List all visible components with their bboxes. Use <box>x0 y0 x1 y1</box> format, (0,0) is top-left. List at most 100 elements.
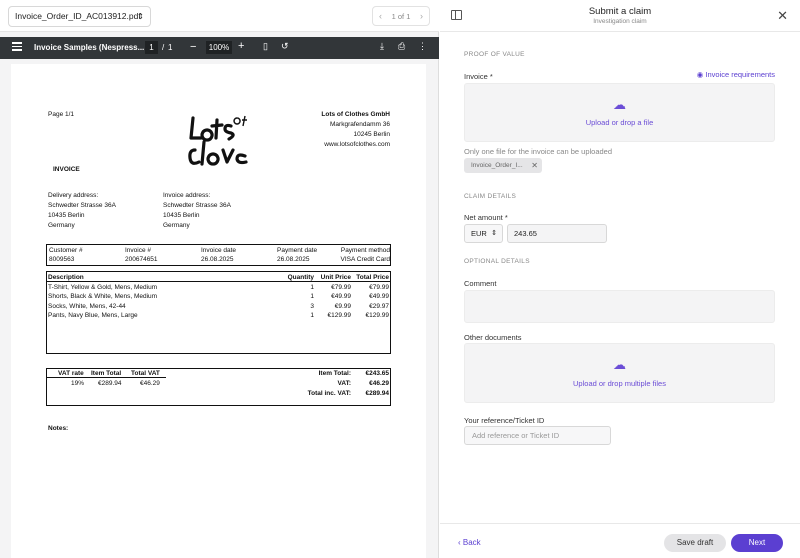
item-description: Pants, Navy Blue, Mens, Large <box>48 312 138 319</box>
item-quantity: 1 <box>310 284 314 291</box>
items-header: Quantity <box>287 274 314 281</box>
print-icon[interactable]: ⎙ <box>398 41 405 52</box>
download-icon[interactable]: ⤓ <box>380 41 384 52</box>
delivery-label: Delivery address: <box>48 192 99 199</box>
save-draft-button[interactable]: Save draft <box>664 534 726 552</box>
meta-header: Customer # <box>49 247 83 254</box>
notes-label: Notes: <box>48 425 69 432</box>
more-icon[interactable]: ⋮ <box>418 41 427 52</box>
page-total: 1 <box>168 43 173 52</box>
chevron-right-icon[interactable]: › <box>414 7 429 25</box>
invoice-dropzone-text: Upload or drop a file <box>585 118 654 127</box>
fit-page-icon[interactable]: ▯ <box>263 41 268 52</box>
meta-value: VISA Credit Card <box>340 256 391 263</box>
zoom-input[interactable]: 100% <box>206 41 232 54</box>
company-city: 10245 Berlin <box>353 131 391 138</box>
vat-header: Item Total <box>91 370 122 377</box>
rotate-icon[interactable]: ↺ <box>281 41 289 52</box>
total-value: €46.29 <box>369 380 389 387</box>
pdf-page: Page 1/1 Lots of Clothes GmbH Markgrafen… <box>11 64 426 558</box>
back-label: Back <box>462 538 481 547</box>
company-website: www.lotsofclothes.com <box>324 141 390 148</box>
page-pager: ‹ 1 of 1 › <box>372 6 430 26</box>
claim-title: Submit a claim <box>588 6 652 17</box>
vat-value: €289.94 <box>98 380 122 387</box>
back-button[interactable]: ‹ Back <box>458 538 481 547</box>
meta-header: Payment method <box>340 247 390 254</box>
company-street: Markgrafendamm 36 <box>330 121 390 128</box>
page-separator: / <box>162 43 165 52</box>
item-description: Socks, White, Mens, 42-44 <box>48 303 126 310</box>
comment-label: Comment <box>464 279 497 288</box>
file-select-value: Invoice_Order_ID_AC013912.pdf <box>15 11 141 21</box>
close-icon[interactable]: ✕ <box>777 8 788 24</box>
item-total-price: €29.97 <box>369 303 389 310</box>
chevron-down-icon: ⇕ <box>137 12 144 21</box>
meta-value: 8009563 <box>49 256 75 263</box>
section-proof-of-value: PROOF OF VALUE <box>464 51 525 58</box>
item-unit-price: €79.99 <box>331 284 351 291</box>
company-name: Lots of Clothes GmbH <box>321 111 390 118</box>
item-quantity: 1 <box>310 293 314 300</box>
invoice-requirements-link[interactable]: ◉ Invoice requirements <box>697 70 775 79</box>
net-amount-label: Net amount * <box>464 213 508 222</box>
reference-label: Your reference/Ticket ID <box>464 416 545 425</box>
item-quantity: 3 <box>310 303 314 310</box>
delivery-line: 10435 Berlin <box>48 212 85 219</box>
pdf-toolbar: Invoice Samples (Nespress... 1 / 1 − 100… <box>0 37 439 59</box>
next-button[interactable]: Next <box>731 534 783 552</box>
item-total-price: €79.99 <box>369 284 389 291</box>
net-amount-input[interactable]: 243.65 <box>507 224 607 243</box>
invoice-address-label: Invoice address: <box>163 192 211 199</box>
zoom-in-button[interactable]: + <box>238 40 244 52</box>
item-quantity: 1 <box>310 312 314 319</box>
other-documents-label: Other documents <box>464 333 522 342</box>
reference-input[interactable]: Add reference or Ticket ID <box>464 426 611 445</box>
invoice-label: Invoice * <box>464 72 493 81</box>
item-total-price: €49.99 <box>369 293 389 300</box>
total-label: VAT: <box>337 380 351 387</box>
pdf-doc-title: Invoice Samples (Nespress... <box>34 43 145 52</box>
meta-header: Invoice date <box>201 247 237 254</box>
page-label: Page 1/1 <box>48 111 75 118</box>
cloud-upload-icon: ☁ <box>613 97 626 112</box>
items-header: Unit Price <box>320 274 351 281</box>
currency-value: EUR <box>471 229 487 238</box>
section-claim-details: CLAIM DETAILS <box>464 193 517 200</box>
total-value: €243.65 <box>365 370 390 377</box>
total-label: Total inc. VAT: <box>307 390 351 397</box>
comment-textarea[interactable] <box>464 290 775 323</box>
meta-value: 200674651 <box>125 256 158 263</box>
claim-header: Submit a claim Investigation claim ✕ <box>440 0 800 32</box>
items-divider <box>46 281 391 282</box>
chevron-left-icon[interactable]: ‹ <box>373 7 388 25</box>
zoom-out-button[interactable]: − <box>190 41 196 53</box>
total-value: €289.94 <box>365 390 390 397</box>
page-indicator: 1 of 1 <box>391 11 411 21</box>
item-description: T-Shirt, Yellow & Gold, Mens, Medium <box>48 284 158 291</box>
pdf-pane: Invoice_Order_ID_AC013912.pdf ⇕ ‹ 1 of 1… <box>0 0 439 558</box>
other-documents-dropzone[interactable]: ☁ Upload or drop multiple files <box>464 343 775 403</box>
claim-footer: ‹ Back Save draft Next <box>440 523 800 558</box>
uploaded-file-name: Invoice_Order_I... <box>471 162 523 169</box>
vat-value: €46.29 <box>140 380 160 387</box>
one-file-hint: Only one file for the invoice can be upl… <box>464 147 613 156</box>
remove-file-icon[interactable]: ✕ <box>531 158 538 173</box>
currency-select[interactable]: EUR ⇕ <box>464 224 503 243</box>
item-total-price: €129.99 <box>365 312 390 319</box>
meta-header: Invoice # <box>125 247 152 254</box>
claim-panel: Submit a claim Investigation claim ✕ PRO… <box>440 0 800 558</box>
menu-icon[interactable] <box>12 42 22 53</box>
vat-header: VAT rate <box>58 370 84 377</box>
page-number-input[interactable]: 1 <box>145 41 158 54</box>
invoice-dropzone[interactable]: ☁ Upload or drop a file <box>464 83 775 142</box>
file-select[interactable]: Invoice_Order_ID_AC013912.pdf ⇕ <box>8 6 151 27</box>
invoice-requirements-text: Invoice requirements <box>705 70 775 79</box>
uploaded-file-chip: Invoice_Order_I... ✕ <box>464 158 542 173</box>
cloud-upload-icon: ☁ <box>613 357 626 372</box>
viewer-topbar: Invoice_Order_ID_AC013912.pdf ⇕ ‹ 1 of 1… <box>0 0 439 32</box>
meta-header: Payment date <box>277 247 318 254</box>
item-unit-price: €129.99 <box>327 312 352 319</box>
claim-subtitle: Investigation claim <box>593 18 647 25</box>
invoice-address-line: Schwedter Strasse 36A <box>163 202 231 209</box>
